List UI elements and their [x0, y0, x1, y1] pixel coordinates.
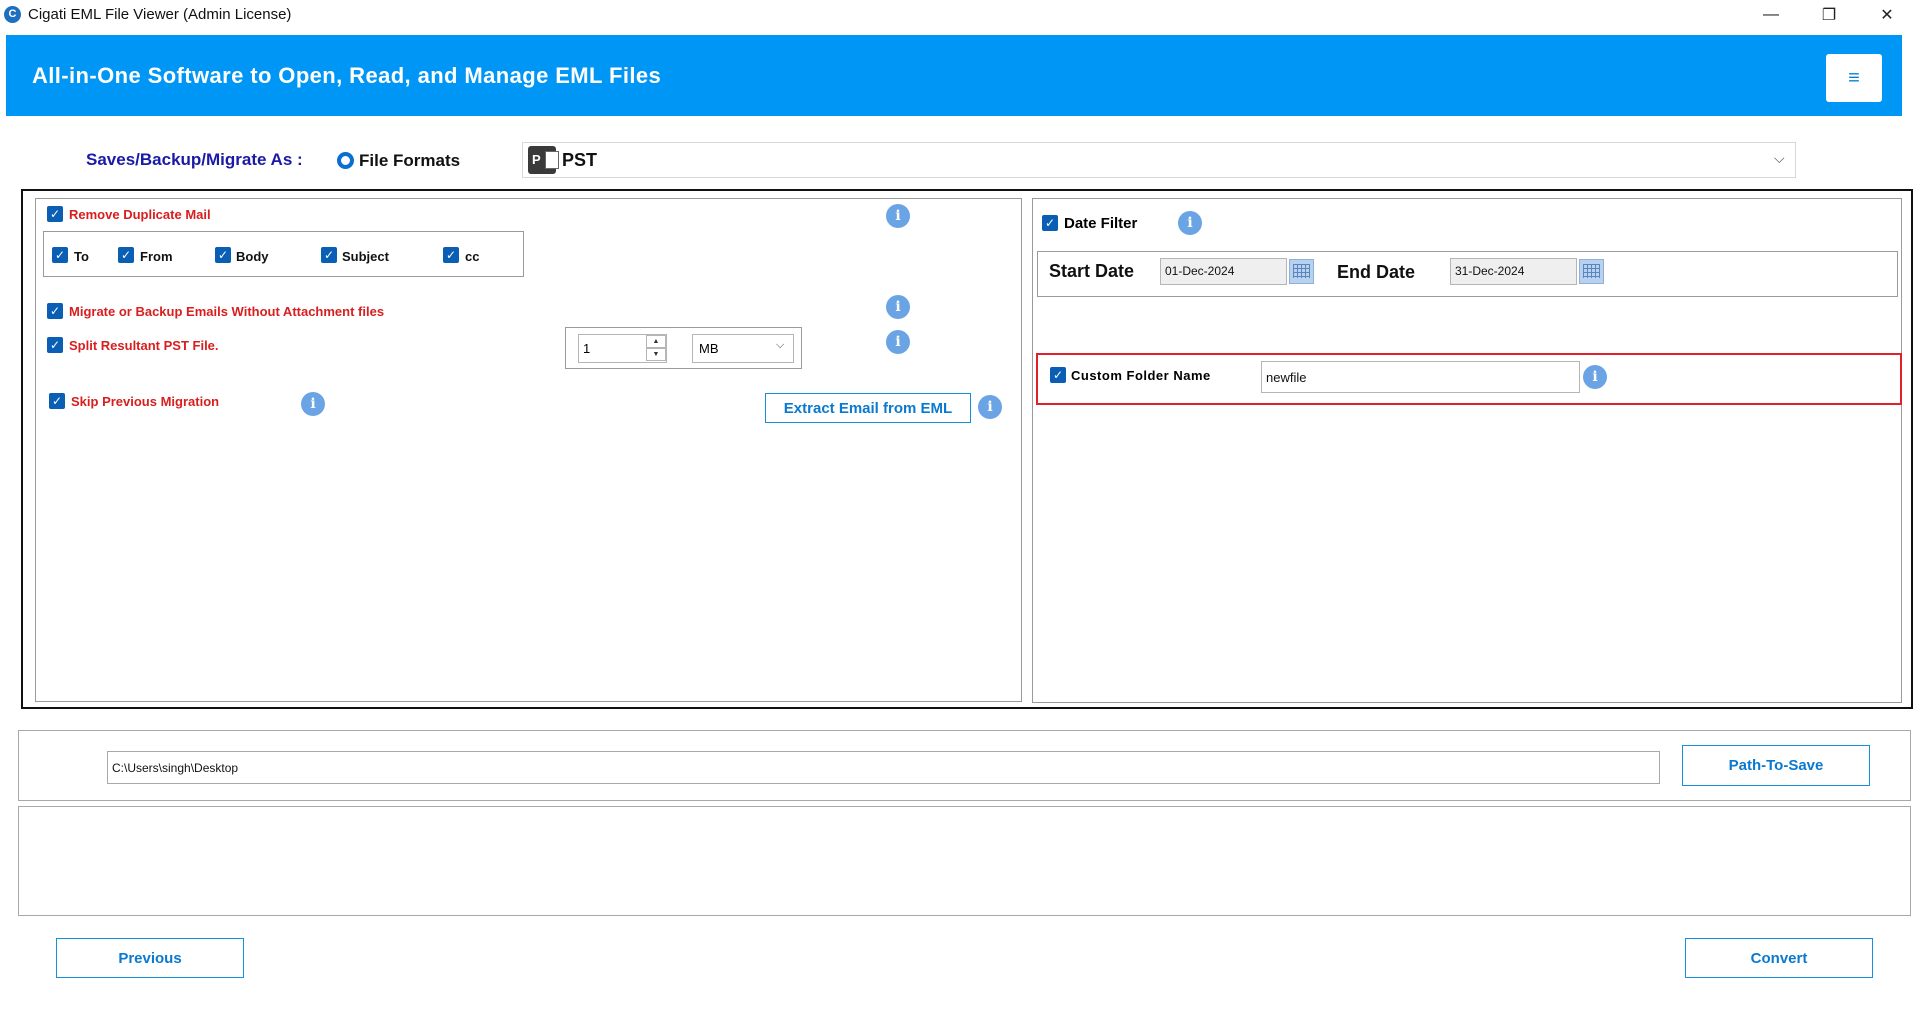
stepper-down-icon[interactable]: ▼	[646, 348, 666, 361]
window-title: Cigati EML File Viewer (Admin License)	[28, 6, 292, 23]
info-icon[interactable]: i	[886, 330, 910, 354]
end-date-label: End Date	[1337, 262, 1416, 282]
from-checkbox[interactable]: ✓	[118, 247, 134, 263]
path-to-save-button[interactable]: Path-To-Save	[1682, 745, 1870, 786]
start-date-input[interactable]: 01-Dec-2024	[1160, 258, 1287, 285]
info-icon[interactable]: i	[886, 295, 910, 319]
calendar-icon[interactable]	[1579, 259, 1604, 284]
cc-label: cc	[465, 249, 480, 264]
info-icon[interactable]: i	[301, 392, 325, 416]
without-attachments-label: Migrate or Backup Emails Without Attachm…	[69, 304, 385, 319]
body-checkbox[interactable]: ✓	[215, 247, 231, 263]
cc-checkbox[interactable]: ✓	[443, 247, 459, 263]
to-checkbox[interactable]: ✓	[52, 247, 68, 263]
file-formats-radio[interactable]	[337, 152, 354, 169]
date-filter-label: Date Filter	[1064, 215, 1138, 232]
without-attachments-checkbox[interactable]: ✓	[47, 303, 63, 319]
stepper-buttons: ▲ ▼	[646, 335, 666, 362]
date-filter-checkbox[interactable]: ✓	[1042, 215, 1058, 231]
format-dropdown[interactable]	[522, 142, 1796, 178]
info-icon[interactable]: i	[978, 395, 1002, 419]
calendar-icon[interactable]	[1289, 259, 1314, 284]
info-icon[interactable]: i	[886, 204, 910, 228]
subject-label: Subject	[342, 249, 389, 264]
custom-folder-checkbox[interactable]: ✓	[1050, 367, 1066, 383]
header-title: All-in-One Software to Open, Read, and M…	[32, 63, 662, 88]
start-date-label: Start Date	[1049, 261, 1135, 281]
split-pst-label: Split Resultant PST File.	[69, 338, 219, 353]
body-label: Body	[236, 249, 269, 264]
file-formats-label: File Formats	[359, 151, 461, 170]
info-icon[interactable]: i	[1178, 211, 1202, 235]
stepper-up-icon[interactable]: ▲	[646, 335, 666, 348]
minimize-button[interactable]: —	[1742, 0, 1800, 30]
remove-duplicate-checkbox[interactable]: ✓	[47, 206, 63, 222]
remove-duplicate-label: Remove Duplicate Mail	[69, 207, 211, 222]
restore-button[interactable]: ❐	[1800, 0, 1858, 30]
chevron-down-icon[interactable]: ⌵	[776, 339, 784, 352]
skip-previous-checkbox[interactable]: ✓	[49, 393, 65, 409]
previous-button[interactable]: Previous	[56, 938, 244, 978]
custom-folder-label: Custom Folder Name	[1071, 368, 1211, 383]
custom-folder-input[interactable]: newfile	[1261, 361, 1580, 393]
info-icon[interactable]: i	[1583, 365, 1607, 389]
from-label: From	[140, 249, 173, 264]
hamburger-icon: ≡	[1848, 66, 1860, 89]
end-date-input[interactable]: 31-Dec-2024	[1450, 258, 1577, 285]
skip-previous-label: Skip Previous Migration	[71, 394, 220, 409]
selected-format-label: PST	[562, 150, 598, 170]
save-as-label: Saves/Backup/Migrate As :	[86, 150, 303, 169]
convert-button[interactable]: Convert	[1685, 938, 1873, 978]
chevron-down-icon[interactable]: ⌵	[1774, 150, 1785, 167]
pst-format-icon: P	[528, 146, 559, 174]
split-pst-checkbox[interactable]: ✓	[47, 337, 63, 353]
extract-email-button[interactable]: Extract Email from EML	[765, 393, 971, 423]
to-label: To	[74, 249, 89, 264]
close-button[interactable]: ✕	[1858, 0, 1916, 30]
app-logo-icon: C	[4, 6, 21, 23]
hamburger-menu-button[interactable]: ≡	[1826, 54, 1882, 102]
subject-checkbox[interactable]: ✓	[321, 247, 337, 263]
save-path-input[interactable]: C:\Users\singh\Desktop	[107, 751, 1660, 784]
log-area	[18, 806, 1911, 916]
